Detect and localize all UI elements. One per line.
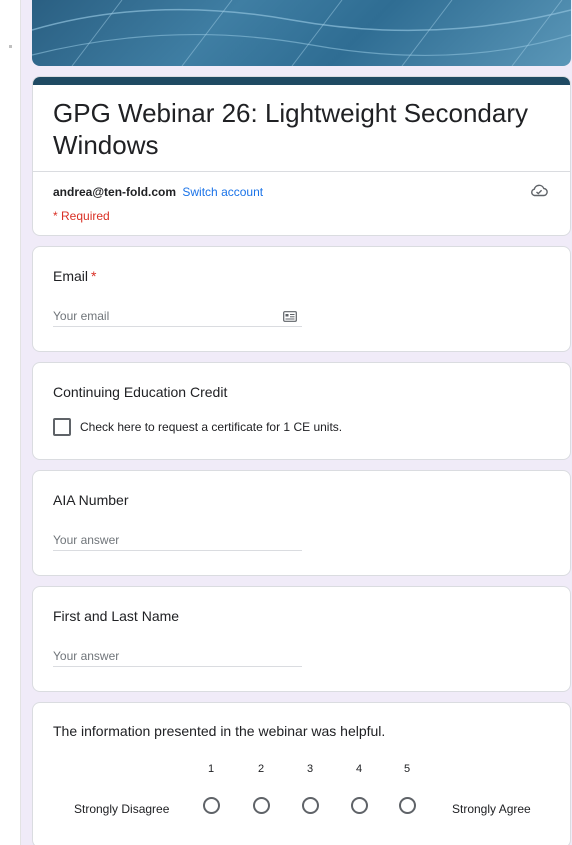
left-gutter [0, 0, 20, 845]
email-question-label: Email * [53, 268, 96, 284]
name-question-card: First and Last Name [32, 586, 571, 692]
rating-radio-4[interactable] [351, 797, 368, 814]
aia-number-input[interactable] [53, 529, 302, 551]
name-input[interactable] [53, 645, 302, 667]
email-input[interactable] [53, 305, 302, 327]
scale-high-label: Strongly Agree [452, 802, 531, 816]
account-row: andrea@ten-fold.com Switch account [53, 185, 263, 199]
ce-certificate-checkbox[interactable] [53, 418, 71, 436]
gutter-marker [9, 45, 12, 48]
switch-account-link[interactable]: Switch account [182, 185, 263, 199]
required-asterisk: * [91, 268, 97, 284]
title-divider [33, 171, 570, 172]
scale-low-label: Strongly Disagree [74, 802, 170, 816]
cloud-check-icon [531, 184, 548, 197]
scale-label-1: 1 [207, 763, 215, 775]
contact-card-icon[interactable] [283, 311, 297, 322]
scale-label-2: 2 [257, 763, 265, 775]
scale-label-5: 5 [403, 763, 411, 775]
email-question-card: Email * [32, 246, 571, 352]
required-note: * Required [53, 209, 110, 223]
rating-radio-5[interactable] [399, 797, 416, 814]
rating-radio-2[interactable] [253, 797, 270, 814]
ce-credit-question-card: Continuing Education Credit Check here t… [32, 362, 571, 460]
rating-question-label: The information presented in the webinar… [53, 723, 386, 739]
form-title: GPG Webinar 26: Lightweight Secondary Wi… [53, 98, 529, 160]
scale-label-4: 4 [355, 763, 363, 775]
scale-label-3: 3 [306, 763, 314, 775]
email-label-text: Email [53, 268, 89, 284]
form-title-card: GPG Webinar 26: Lightweight Secondary Wi… [32, 76, 571, 236]
gutter-divider [20, 0, 21, 845]
rating-question-card: The information presented in the webinar… [32, 702, 571, 845]
theme-color-bar [33, 77, 570, 85]
aia-number-question-card: AIA Number [32, 470, 571, 576]
rating-radio-1[interactable] [203, 797, 220, 814]
name-question-label: First and Last Name [53, 608, 180, 624]
header-banner-image [32, 0, 571, 66]
aia-number-question-label: AIA Number [53, 492, 129, 508]
rating-radio-3[interactable] [302, 797, 319, 814]
ce-credit-question-label: Continuing Education Credit [53, 384, 228, 400]
account-email: andrea@ten-fold.com [53, 185, 177, 199]
ce-certificate-checkbox-label[interactable]: Check here to request a certificate for … [80, 420, 342, 434]
